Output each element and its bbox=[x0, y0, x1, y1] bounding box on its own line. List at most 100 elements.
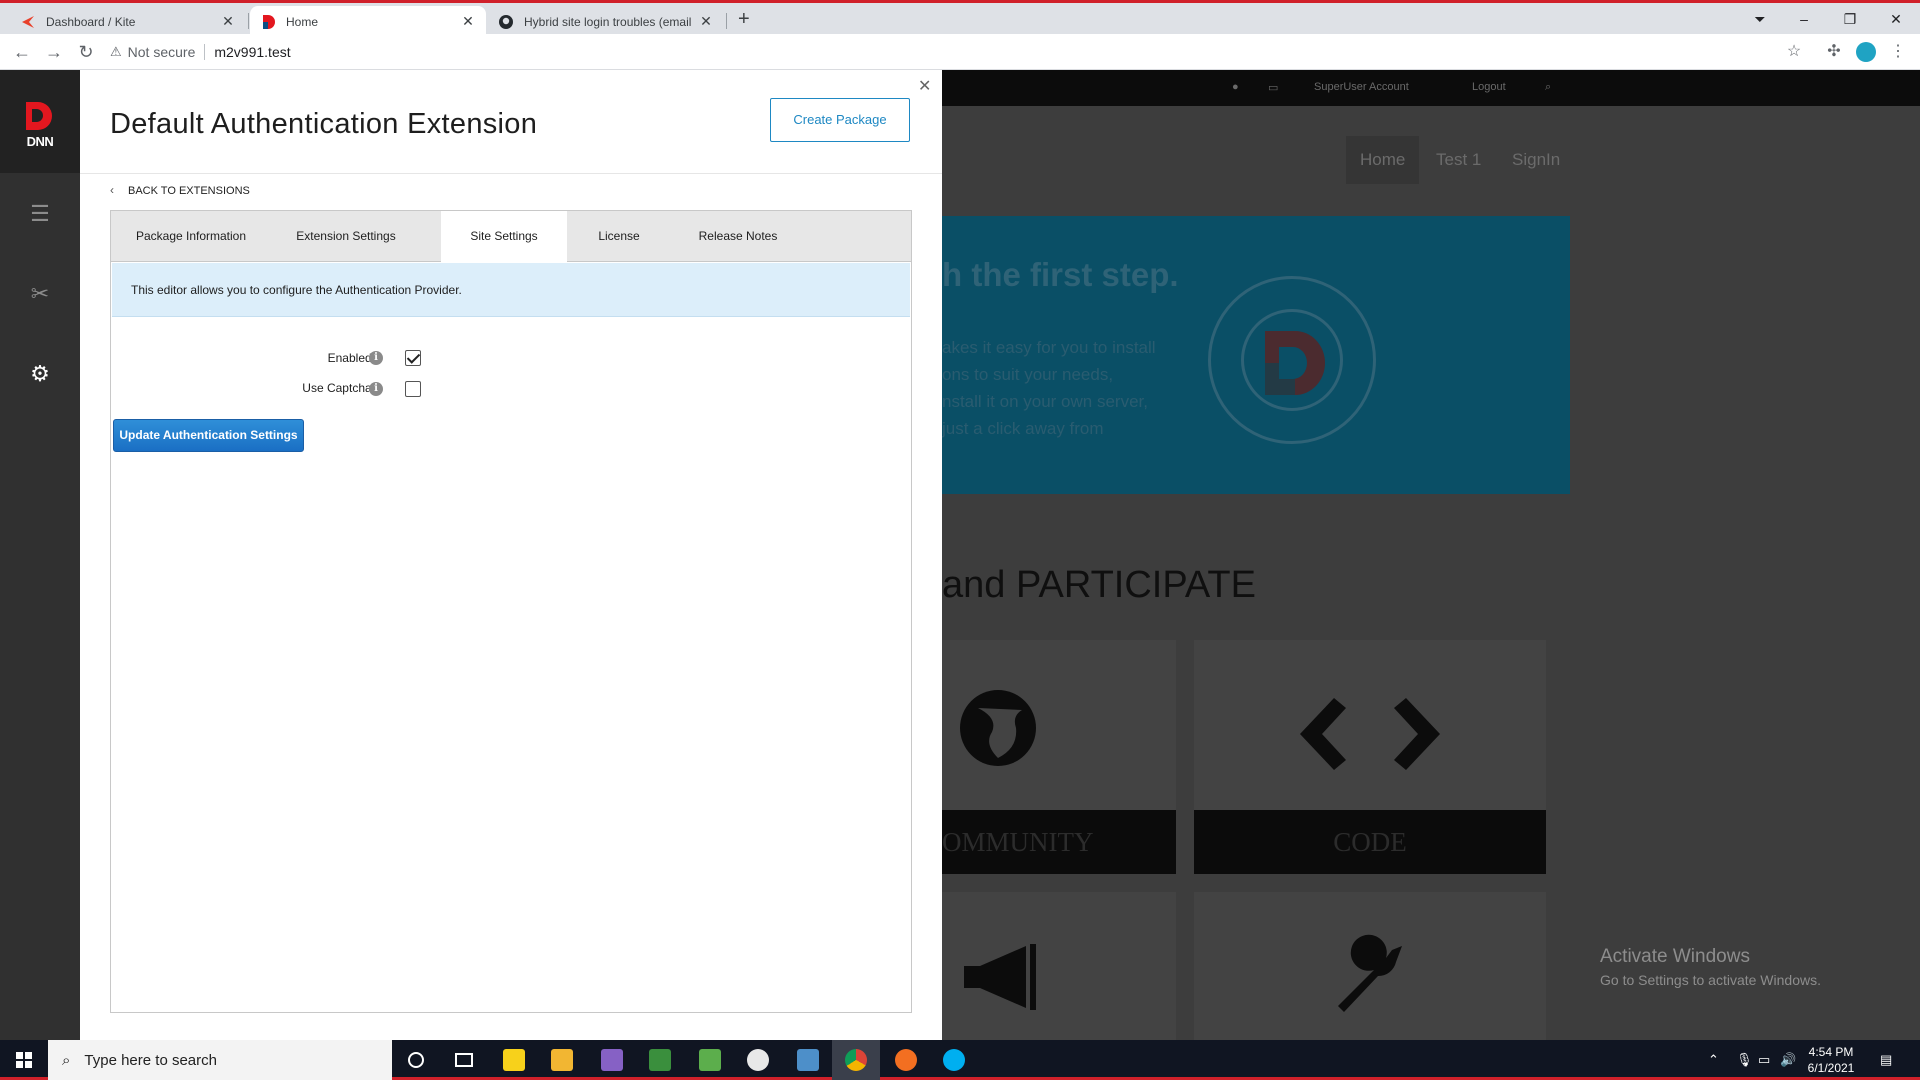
tools-icon[interactable]: ✂ bbox=[0, 254, 80, 334]
bookmark-star-icon[interactable]: ☆ bbox=[1784, 42, 1804, 62]
notification-icon: ● bbox=[1232, 81, 1239, 93]
windows-logo-icon bbox=[16, 1052, 32, 1068]
close-icon[interactable]: ✕ bbox=[918, 76, 931, 96]
dnn-logo[interactable]: DNN bbox=[0, 70, 80, 173]
close-tab-icon[interactable]: ✕ bbox=[698, 13, 714, 30]
app-icon[interactable] bbox=[636, 1040, 684, 1080]
extension-editor-modal: ✕ Default Authentication Extension Creat… bbox=[80, 70, 942, 1040]
enabled-row: Enabled: bbox=[211, 348, 375, 368]
network-icon[interactable]: ▭ bbox=[1758, 1040, 1770, 1080]
tab-package-information[interactable]: Package Information bbox=[111, 211, 271, 262]
kite-icon bbox=[22, 15, 34, 28]
hero-heading: h the first step. bbox=[942, 256, 1179, 293]
chrome-icon[interactable] bbox=[832, 1040, 880, 1080]
create-package-button[interactable]: Create Package bbox=[770, 98, 910, 142]
tab-title: Hybrid site login troubles (email bbox=[524, 14, 692, 29]
security-label: Not secure bbox=[127, 44, 196, 60]
extensions-puzzle-icon[interactable]: ✣ bbox=[1824, 42, 1844, 62]
browser-toolbar: ← → ↻ ⚠ Not secure m2v991.test ☆ ✣ ⋮ bbox=[0, 34, 1920, 70]
tab-release-notes[interactable]: Release Notes bbox=[671, 211, 805, 262]
page-title: Default Authentication Extension bbox=[110, 108, 538, 140]
show-hidden-icons[interactable]: ⌃ bbox=[1708, 1040, 1719, 1080]
windows-activation-watermark: Activate Windows Go to Settings to activ… bbox=[1600, 946, 1821, 988]
cortana-icon[interactable] bbox=[392, 1040, 440, 1080]
taskbar-search-placeholder: Type here to search bbox=[84, 1051, 217, 1069]
file-explorer-icon[interactable] bbox=[538, 1040, 586, 1080]
browser-tab-github[interactable]: Hybrid site login troubles (email ✕ bbox=[488, 6, 724, 37]
use-captcha-row: Use Captcha: bbox=[211, 378, 375, 398]
use-captcha-checkbox[interactable] bbox=[405, 381, 421, 397]
browser-tab-kite[interactable]: Dashboard / Kite ✕ bbox=[10, 6, 246, 37]
minimize-icon[interactable]: – bbox=[1784, 6, 1824, 32]
slack-icon[interactable] bbox=[734, 1040, 782, 1080]
tab-site-settings[interactable]: Site Settings bbox=[441, 211, 567, 263]
background-website: ● ▭ SuperUser Account Logout ⌕ Home Test… bbox=[942, 70, 1920, 1040]
app-icon[interactable] bbox=[784, 1040, 832, 1080]
site-logout-link: Logout bbox=[1472, 81, 1506, 93]
persona-bar: DNN ☰ ✂ ⚙ bbox=[0, 70, 80, 1040]
tab-title: Dashboard / Kite bbox=[46, 14, 136, 29]
tab-title: Home bbox=[286, 14, 319, 29]
hero-text: akes it easy for you to install ons to s… bbox=[942, 338, 1156, 438]
taskbar-search-box[interactable]: ⌕ Type here to search bbox=[48, 1040, 392, 1080]
microphone-icon[interactable]: 🎙 bbox=[1736, 1040, 1753, 1080]
extension-tabs: Package Information Extension Settings S… bbox=[111, 211, 911, 263]
site-user-link: SuperUser Account bbox=[1314, 81, 1409, 93]
community-label: OMMUNITY bbox=[942, 810, 1176, 874]
tools-card bbox=[1194, 892, 1546, 1040]
browser-tab-strip: Dashboard / Kite ✕ Home ✕ Hybrid site lo… bbox=[0, 0, 1920, 37]
task-view-icon[interactable] bbox=[440, 1040, 488, 1080]
enabled-checkbox[interactable] bbox=[405, 350, 421, 366]
site-menu-home: Home bbox=[1346, 136, 1420, 184]
close-tab-icon[interactable]: ✕ bbox=[460, 13, 476, 30]
new-tab-plus-icon[interactable]: + bbox=[738, 8, 750, 31]
site-top-bar: ● ▭ SuperUser Account Logout ⌕ bbox=[942, 70, 1920, 106]
enabled-label: Enabled: bbox=[327, 351, 375, 365]
system-clock[interactable]: 4:54 PM 6/1/2021 bbox=[1786, 1044, 1876, 1076]
menu-dots-icon[interactable]: ⋮ bbox=[1888, 42, 1908, 62]
update-authentication-settings-button[interactable]: Update Authentication Settings bbox=[113, 419, 304, 452]
content-icon[interactable]: ☰ bbox=[0, 174, 80, 254]
start-button[interactable] bbox=[0, 1040, 48, 1080]
community-card: OMMUNITY bbox=[942, 640, 1176, 874]
extension-panel: Package Information Extension Settings S… bbox=[110, 210, 912, 1013]
site-hero: h the first step. akes it easy for you t… bbox=[942, 216, 1570, 494]
window-close-icon[interactable]: ✕ bbox=[1876, 6, 1916, 32]
info-icon[interactable]: i bbox=[369, 351, 383, 365]
tab-license[interactable]: License bbox=[567, 211, 671, 262]
dnn-seal-logo bbox=[1208, 276, 1376, 444]
action-center-icon[interactable]: ▤ bbox=[1880, 1040, 1892, 1080]
tab-search-icon[interactable]: ⏷ bbox=[1740, 6, 1780, 32]
windows-taskbar: ⌕ Type here to search ⌃ 🎙 ▭ 🔊 4:54 PM 6/… bbox=[0, 1040, 1920, 1080]
chevron-left-icon: ‹ bbox=[110, 183, 114, 197]
settings-icon[interactable]: ⚙ bbox=[0, 334, 80, 414]
tab-extension-settings[interactable]: Extension Settings bbox=[271, 211, 421, 262]
back-to-extensions-link[interactable]: ‹ BACK TO EXTENSIONS bbox=[110, 183, 250, 197]
forward-arrow-icon[interactable]: → bbox=[38, 34, 70, 70]
info-icon[interactable]: i bbox=[369, 382, 383, 396]
firefox-icon[interactable] bbox=[882, 1040, 930, 1080]
address-bar[interactable]: ⚠ Not secure m2v991.test bbox=[110, 38, 1790, 66]
wrench-icon bbox=[1338, 934, 1402, 1012]
code-brackets-icon bbox=[1300, 698, 1440, 770]
skype-icon[interactable] bbox=[930, 1040, 978, 1080]
url-text: m2v991.test bbox=[214, 44, 291, 60]
close-tab-icon[interactable]: ✕ bbox=[220, 13, 236, 30]
participate-heading: and PARTICIPATE bbox=[942, 564, 1256, 606]
browser-tab-home[interactable]: Home ✕ bbox=[250, 6, 486, 37]
restore-icon[interactable]: ❐ bbox=[1830, 6, 1870, 32]
visual-studio-icon[interactable] bbox=[588, 1040, 636, 1080]
use-captcha-label: Use Captcha: bbox=[302, 381, 375, 395]
back-arrow-icon[interactable]: ← bbox=[6, 34, 38, 70]
reload-icon[interactable]: ↻ bbox=[70, 34, 102, 70]
code-card: CODE bbox=[1194, 640, 1546, 874]
site-search-icon: ⌕ bbox=[1545, 81, 1552, 93]
site-menu-test1: Test 1 bbox=[1436, 150, 1482, 169]
profile-avatar[interactable] bbox=[1856, 42, 1876, 62]
notepad-icon[interactable] bbox=[686, 1040, 734, 1080]
sticky-notes-icon[interactable] bbox=[490, 1040, 538, 1080]
messages-icon: ▭ bbox=[1268, 82, 1279, 94]
search-icon: ⌕ bbox=[62, 1051, 71, 1069]
announce-card bbox=[942, 892, 1176, 1040]
megaphone-icon bbox=[964, 944, 1036, 1010]
